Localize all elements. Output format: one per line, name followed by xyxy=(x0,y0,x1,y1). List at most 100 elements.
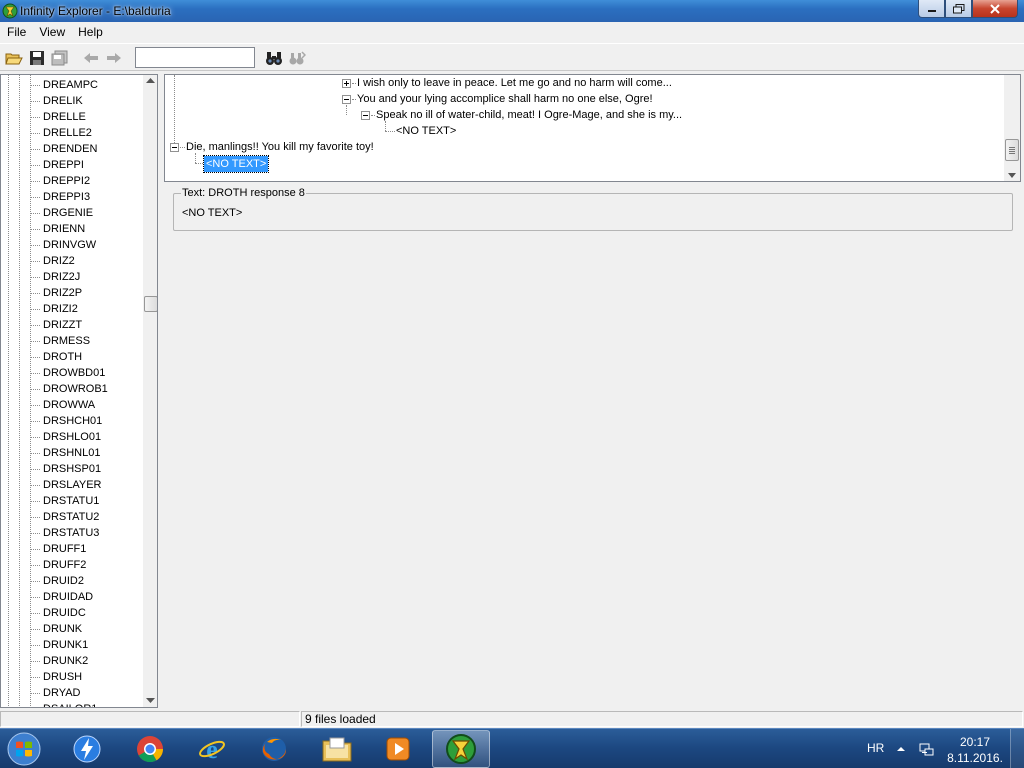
menu-view[interactable]: View xyxy=(32,22,71,42)
file-tree-item[interactable]: DREPPI3 xyxy=(1,189,108,205)
file-tree-item[interactable]: DRIZ2J xyxy=(1,269,108,285)
file-tree-item[interactable]: DRUNK xyxy=(1,621,108,637)
taskbar-infinity-explorer[interactable] xyxy=(432,730,490,768)
file-tree-item[interactable]: DRUSH xyxy=(1,669,108,685)
file-tree-item[interactable]: DRUFF2 xyxy=(1,557,108,573)
file-tree-item[interactable]: DRUNK1 xyxy=(1,637,108,653)
file-tree-item[interactable]: DRYAD xyxy=(1,685,108,701)
clock-time: 20:17 xyxy=(959,735,991,749)
back-button[interactable] xyxy=(81,48,101,68)
file-tree-item[interactable]: DRELLE2 xyxy=(1,125,108,141)
file-tree-item[interactable]: DROWBD01 xyxy=(1,365,108,381)
tree-line xyxy=(195,153,196,163)
language-indicator[interactable]: HR xyxy=(867,741,884,755)
binoculars-icon xyxy=(266,52,282,65)
text-panel-content: <NO TEXT> xyxy=(182,207,243,219)
save-all-button[interactable] xyxy=(50,48,70,68)
file-tree-item[interactable]: DRINVGW xyxy=(1,237,108,253)
file-tree-item[interactable]: DROWWA xyxy=(1,397,108,413)
file-tree-item[interactable]: DREPPI xyxy=(1,157,108,173)
scroll-up-icon[interactable] xyxy=(146,78,155,84)
tree-connector xyxy=(180,147,185,148)
restore-button[interactable] xyxy=(945,0,972,18)
file-tree-item[interactable]: DRUIDAD xyxy=(1,589,108,605)
scroll-down-icon[interactable] xyxy=(1008,173,1016,178)
file-tree-item[interactable]: DRGENIE xyxy=(1,205,108,221)
file-tree-item[interactable]: DRSLAYER xyxy=(1,477,108,493)
show-desktop-button[interactable] xyxy=(1010,729,1024,768)
tray-expand-icon[interactable] xyxy=(896,744,912,760)
dialog-node[interactable]: I wish only to leave in peace. Let me go… xyxy=(357,75,672,91)
scroll-down-icon[interactable] xyxy=(146,698,155,704)
file-tree-item[interactable]: DRIZ2 xyxy=(1,253,108,269)
find-next-icon xyxy=(289,51,306,65)
text-panel-title: Text: DROTH response 8 xyxy=(181,187,306,199)
minimize-button[interactable] xyxy=(918,0,945,18)
file-explorer-icon xyxy=(322,737,352,762)
file-tree-item[interactable]: DRELLE xyxy=(1,109,108,125)
back-arrow-icon xyxy=(84,53,98,63)
save-button[interactable] xyxy=(27,48,47,68)
file-tree-item[interactable]: DRSTATU1 xyxy=(1,493,108,509)
file-tree-item[interactable]: DRUNK2 xyxy=(1,653,108,669)
start-button[interactable] xyxy=(4,730,44,768)
file-tree-item[interactable]: DRIZ2P xyxy=(1,285,108,301)
taskbar-file-explorer[interactable] xyxy=(308,730,366,768)
file-tree[interactable]: DREAMPC DRELIK DRELLE DRELLE2 DRENDEN DREPPI D… xyxy=(0,74,158,708)
dialog-tree-scrollbar[interactable] xyxy=(1004,75,1020,181)
file-tree-item[interactable]: DRSTATU2 xyxy=(1,509,108,525)
close-icon xyxy=(990,3,1000,14)
taskbar-chrome[interactable] xyxy=(121,730,179,768)
dialog-node[interactable]: Die, manlings!! You kill my favorite toy… xyxy=(186,139,374,155)
file-tree-item[interactable]: DRSHNL01 xyxy=(1,445,108,461)
menu-help[interactable]: Help xyxy=(71,22,109,42)
status-cell-empty xyxy=(0,711,300,727)
open-button[interactable] xyxy=(4,48,24,68)
expand-button[interactable] xyxy=(342,79,351,88)
file-tree-item[interactable]: DRMESS xyxy=(1,333,108,349)
network-icon[interactable] xyxy=(918,741,934,757)
taskbar-internet-explorer[interactable]: e xyxy=(183,730,241,768)
dialog-tree[interactable]: I wish only to leave in peace. Let me go… xyxy=(164,74,1021,182)
internet-explorer-icon: e xyxy=(199,735,225,764)
file-tree-item[interactable]: DRSHCH01 xyxy=(1,413,108,429)
close-button[interactable] xyxy=(972,0,1018,18)
taskbar-firefox[interactable] xyxy=(245,730,303,768)
taskbar-thunder-app[interactable] xyxy=(58,730,116,768)
file-tree-item[interactable]: DREAMPC xyxy=(1,77,108,93)
scroll-thumb[interactable] xyxy=(1005,139,1019,161)
collapse-button[interactable] xyxy=(361,111,370,120)
file-tree-item[interactable]: DREPPI2 xyxy=(1,173,108,189)
file-tree-item[interactable]: DRENDEN xyxy=(1,141,108,157)
file-tree-item[interactable]: DRIZI2 xyxy=(1,301,108,317)
file-tree-item[interactable]: DRIENN xyxy=(1,221,108,237)
file-tree-item[interactable]: DRELIK xyxy=(1,93,108,109)
find-next-button[interactable] xyxy=(287,48,307,68)
file-tree-scrollbar[interactable] xyxy=(143,75,157,707)
clock-date: 8.11.2016. xyxy=(947,751,1003,765)
search-input[interactable] xyxy=(135,47,255,68)
file-tree-item[interactable]: DROTH xyxy=(1,349,108,365)
collapse-button[interactable] xyxy=(170,143,179,152)
scroll-thumb[interactable] xyxy=(144,296,157,312)
file-tree-item[interactable]: DRSHSP01 xyxy=(1,461,108,477)
file-tree-item[interactable]: DRUIDC xyxy=(1,605,108,621)
find-button[interactable] xyxy=(264,48,284,68)
file-tree-item[interactable]: DRSTATU3 xyxy=(1,525,108,541)
collapse-button[interactable] xyxy=(342,95,351,104)
file-tree-item[interactable]: DSAILOR1 xyxy=(1,701,108,707)
file-tree-item[interactable]: DRSHLO01 xyxy=(1,429,108,445)
file-tree-item[interactable]: DRUFF1 xyxy=(1,541,108,557)
dialog-node[interactable]: You and your lying accomplice shall harm… xyxy=(357,91,653,107)
dialog-node[interactable]: <NO TEXT> xyxy=(396,123,456,139)
selected-dialog-node[interactable]: <NO TEXT> xyxy=(202,155,270,173)
file-tree-item[interactable]: DRUID2 xyxy=(1,573,108,589)
file-tree-item[interactable]: DRIZZT xyxy=(1,317,108,333)
menu-file[interactable]: File xyxy=(0,22,32,42)
dialog-node[interactable]: Speak no ill of water-child, meat! I Ogr… xyxy=(376,107,682,123)
taskbar-media-player[interactable] xyxy=(369,730,427,768)
tree-line xyxy=(346,105,347,115)
clock[interactable]: 20:17 8.11.2016. xyxy=(942,734,1008,766)
file-tree-item[interactable]: DROWROB1 xyxy=(1,381,108,397)
forward-button[interactable] xyxy=(104,48,124,68)
